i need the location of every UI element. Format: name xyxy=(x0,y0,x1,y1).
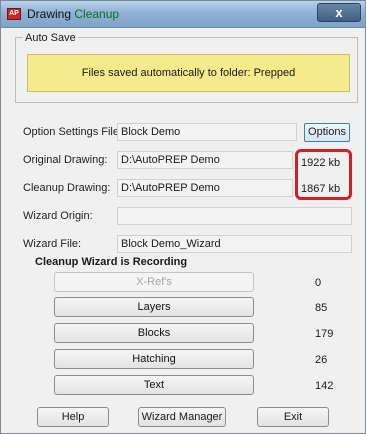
layers-count: 85 xyxy=(315,302,328,314)
hatching-count: 26 xyxy=(315,354,328,366)
original-drawing-size: 1922 kb xyxy=(301,157,341,169)
drawing-cleanup-window: AP Drawing Cleanup x Auto Save Files sav… xyxy=(0,0,366,434)
cleanup-drawing-size: 1867 kb xyxy=(301,183,341,195)
app-icon: AP xyxy=(7,8,21,20)
close-button[interactable]: x xyxy=(317,3,361,22)
original-drawing-field[interactable]: D:\AutoPREP Demo xyxy=(117,151,293,169)
wizard-file-field[interactable]: Block Demo_Wizard xyxy=(117,235,352,253)
blocks-button[interactable]: Blocks xyxy=(54,323,254,343)
options-button[interactable]: Options xyxy=(304,123,350,142)
xrefs-count: 0 xyxy=(315,277,322,289)
wizard-file-label: Wizard File: xyxy=(23,238,82,250)
cleanup-drawing-field[interactable]: D:\AutoPREP Demo xyxy=(117,179,293,197)
option-settings-label: Option Settings File: xyxy=(23,126,123,138)
text-button[interactable]: Text xyxy=(54,375,254,395)
layers-button[interactable]: Layers xyxy=(54,297,254,317)
original-drawing-label: Original Drawing: xyxy=(23,154,108,166)
xrefs-button[interactable]: X-Ref's xyxy=(54,272,254,292)
exit-button[interactable]: Exit xyxy=(257,407,329,427)
wizard-origin-label: Wizard Origin: xyxy=(23,210,93,222)
text-count: 142 xyxy=(315,380,334,392)
recording-title: Cleanup Wizard is Recording xyxy=(35,256,188,268)
window-title: Drawing Cleanup xyxy=(27,7,119,21)
title-bar[interactable]: AP Drawing Cleanup x xyxy=(1,1,365,28)
hatching-button[interactable]: Hatching xyxy=(54,349,254,369)
cleanup-drawing-label: Cleanup Drawing: xyxy=(23,182,111,194)
help-button[interactable]: Help xyxy=(37,407,109,427)
window-title-accent: Cleanup xyxy=(74,7,120,21)
wizard-manager-button[interactable]: Wizard Manager xyxy=(138,407,226,427)
autosave-message: Files saved automatically to folder: Pre… xyxy=(27,54,350,92)
window-title-prefix: Drawing xyxy=(27,7,75,21)
blocks-count: 179 xyxy=(315,328,334,340)
wizard-origin-field[interactable] xyxy=(117,207,352,225)
autosave-group-label: Auto Save xyxy=(23,32,78,44)
option-settings-field[interactable]: Block Demo xyxy=(117,123,297,141)
